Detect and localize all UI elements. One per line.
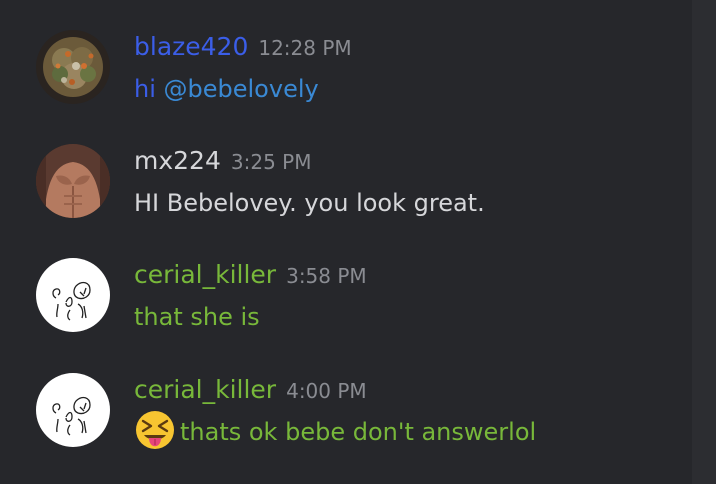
username[interactable]: blaze420 [134,32,248,61]
message-body: thats ok bebe don't answerlol [134,411,537,451]
message-text: thats ok bebe don't answerlol [180,418,537,446]
scrollbar-track[interactable] [692,0,716,484]
message-text: HI Bebelovey. you look great. [134,189,485,217]
message-body: hi @bebelovely [134,75,319,103]
doodle-face-avatar[interactable] [36,373,110,447]
message-header: blaze420 12:28 PM [134,32,352,61]
username[interactable]: cerial_killer [134,260,276,289]
squinting-face-with-tongue-icon [134,409,176,451]
timestamp: 12:28 PM [258,36,352,60]
username[interactable]: mx224 [134,146,221,175]
message-text: hi [134,75,164,103]
timestamp: 4:00 PM [286,379,367,403]
timestamp: 3:25 PM [230,150,312,174]
chat-message: cerial_killer 3:58 PM that she is [0,258,690,368]
cannabis-bud-avatar[interactable] [36,30,110,104]
chat-message: cerial_killer 4:00 PM thats ok bebe don't… [0,373,690,483]
message-header: mx224 3:25 PM [134,146,311,175]
doodle-face-avatar[interactable] [36,258,110,332]
chat-message: blaze420 12:28 PM hi @bebelovely [0,30,690,140]
message-text: that she is [134,303,260,331]
shirtless-torso-avatar[interactable] [36,144,110,218]
chat-message-list: blaze420 12:28 PM hi @bebelovely mx224 3:2… [0,0,716,484]
chat-message: mx224 3:25 PM HI Bebelovey. you look grea… [0,144,690,254]
message-header: cerial_killer 3:58 PM [134,260,367,289]
user-mention[interactable]: @bebelovely [164,75,319,103]
timestamp: 3:58 PM [286,264,367,288]
message-header: cerial_killer 4:00 PM [134,375,367,404]
username[interactable]: cerial_killer [134,375,276,404]
